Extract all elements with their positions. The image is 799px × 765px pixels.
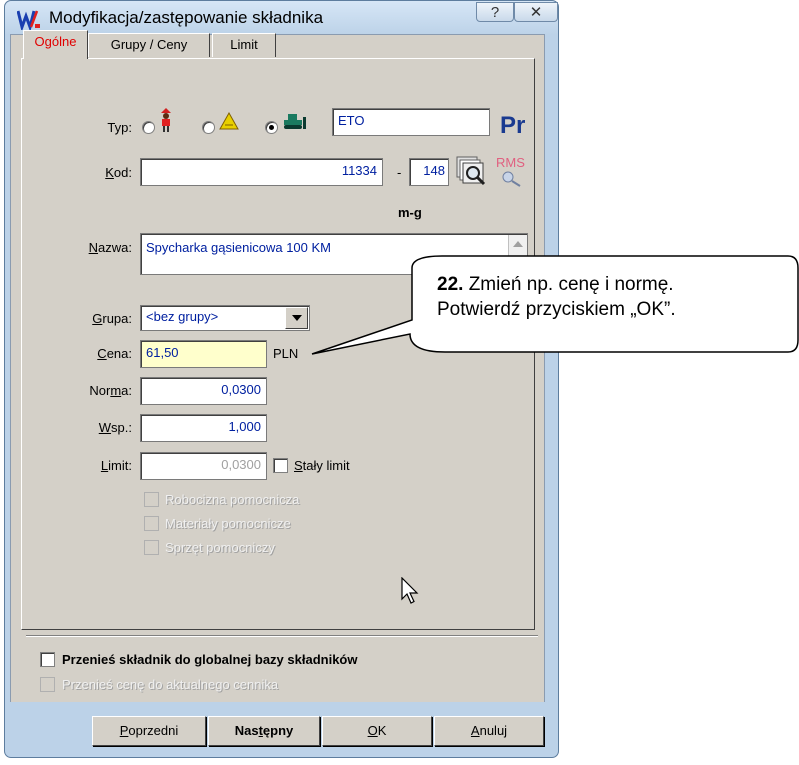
bulldozer-icon [284, 114, 306, 129]
staly-limit-label: Stały limit [294, 458, 350, 473]
window-title: Modyfikacja/zastępowanie składnika [49, 8, 324, 27]
mouse-cursor-icon [401, 577, 419, 604]
typ-radio-material[interactable] [202, 121, 215, 134]
robocizna-checkbox[interactable] [144, 492, 159, 507]
sprzet-checkbox[interactable] [144, 540, 159, 555]
next-button[interactable]: Następny [208, 716, 320, 746]
tab-ogolne[interactable]: Ogólne [23, 30, 88, 59]
global-base-label: Przenieś składnik do globalnej bazy skła… [62, 652, 358, 667]
kod-field[interactable]: 11334 [140, 158, 383, 186]
app-logo-icon [17, 10, 40, 30]
kod-label: Kod: [105, 165, 132, 180]
norma-field[interactable]: 0,0300 [140, 377, 267, 405]
previous-button[interactable]: Poprzedni [92, 716, 206, 746]
sprzet-label: Sprzęt pomocniczy [165, 540, 275, 555]
cennik-label: Przenieś cenę do aktualnego cennika [62, 677, 279, 692]
typ-badge: Pr [500, 112, 526, 139]
typ-radio-robocizna[interactable] [142, 121, 155, 134]
wsp-field[interactable]: 1,000 [140, 414, 267, 442]
staly-limit-checkbox[interactable] [273, 458, 288, 473]
wsp-label: Wsp.: [98, 420, 132, 435]
callout-line-1: 22. Zmień np. cenę i normę. [437, 274, 674, 295]
cancel-button[interactable]: Anuluj [434, 716, 544, 746]
ok-button[interactable]: OK [322, 716, 432, 746]
worker-icon [161, 108, 171, 132]
material-icon [219, 112, 239, 130]
cena-label: Cena: [97, 346, 132, 361]
cena-field[interactable]: 61,50 [140, 340, 267, 368]
limit-field[interactable]: 0,0300 [140, 452, 267, 480]
scroll-up-icon[interactable] [513, 241, 523, 247]
cennik-checkbox[interactable] [40, 677, 55, 692]
materialy-label: Materiały pomocnicze [165, 516, 291, 531]
callout-line-2: Potwierdź przyciskiem „OK”. [437, 299, 676, 320]
tab-limit[interactable]: Limit [212, 33, 276, 57]
kod-dash: - [397, 165, 402, 180]
norma-label: Norma: [89, 383, 132, 398]
typ-code-field[interactable]: ETO [332, 108, 490, 136]
limit-label: Limit: [100, 458, 132, 473]
catalog-search-icon[interactable] [455, 155, 487, 187]
callout-text: 22. Zmień np. cenę i normę. Potwierdź pr… [437, 272, 792, 322]
unit-label: m-g [398, 205, 422, 220]
tab-grupy-ceny[interactable]: Grupy / Ceny [88, 33, 210, 57]
robocizna-label: Robocizna pomocnicza [165, 492, 300, 507]
typ-label: Typ: [107, 120, 132, 135]
materialy-checkbox[interactable] [144, 516, 159, 531]
nazwa-label: Nazwa: [88, 240, 132, 255]
rms-search-icon[interactable]: RMS [494, 155, 530, 189]
grupa-label: Grupa: [92, 311, 132, 326]
global-base-checkbox[interactable] [40, 652, 55, 667]
separator [26, 635, 538, 637]
kod-suffix-field[interactable]: 148 [409, 158, 449, 186]
close-button[interactable]: ✕ [514, 2, 558, 22]
typ-radio-sprzet[interactable] [265, 121, 278, 134]
currency-label: PLN [273, 346, 299, 361]
help-button[interactable]: ? [476, 2, 514, 22]
